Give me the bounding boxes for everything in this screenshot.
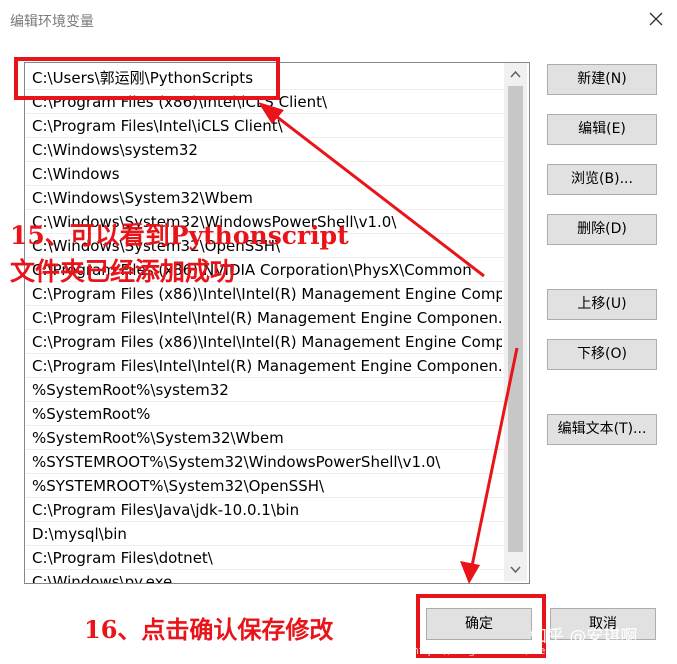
annotation-step15-line2: 文件夹已经添加成功 <box>10 257 236 286</box>
arrow-to-ok-button <box>470 347 519 567</box>
watermark-csdn: https://blog.csdn.net/weixin_45223930 <box>412 644 627 657</box>
arrowhead-ok-button <box>460 561 480 584</box>
annotation-arrows <box>258 102 519 584</box>
annotation-step16: 16、点击确认保存修改 <box>84 615 334 644</box>
annotation-step15-line1: 15、可以看到Pythonscript <box>10 221 349 250</box>
